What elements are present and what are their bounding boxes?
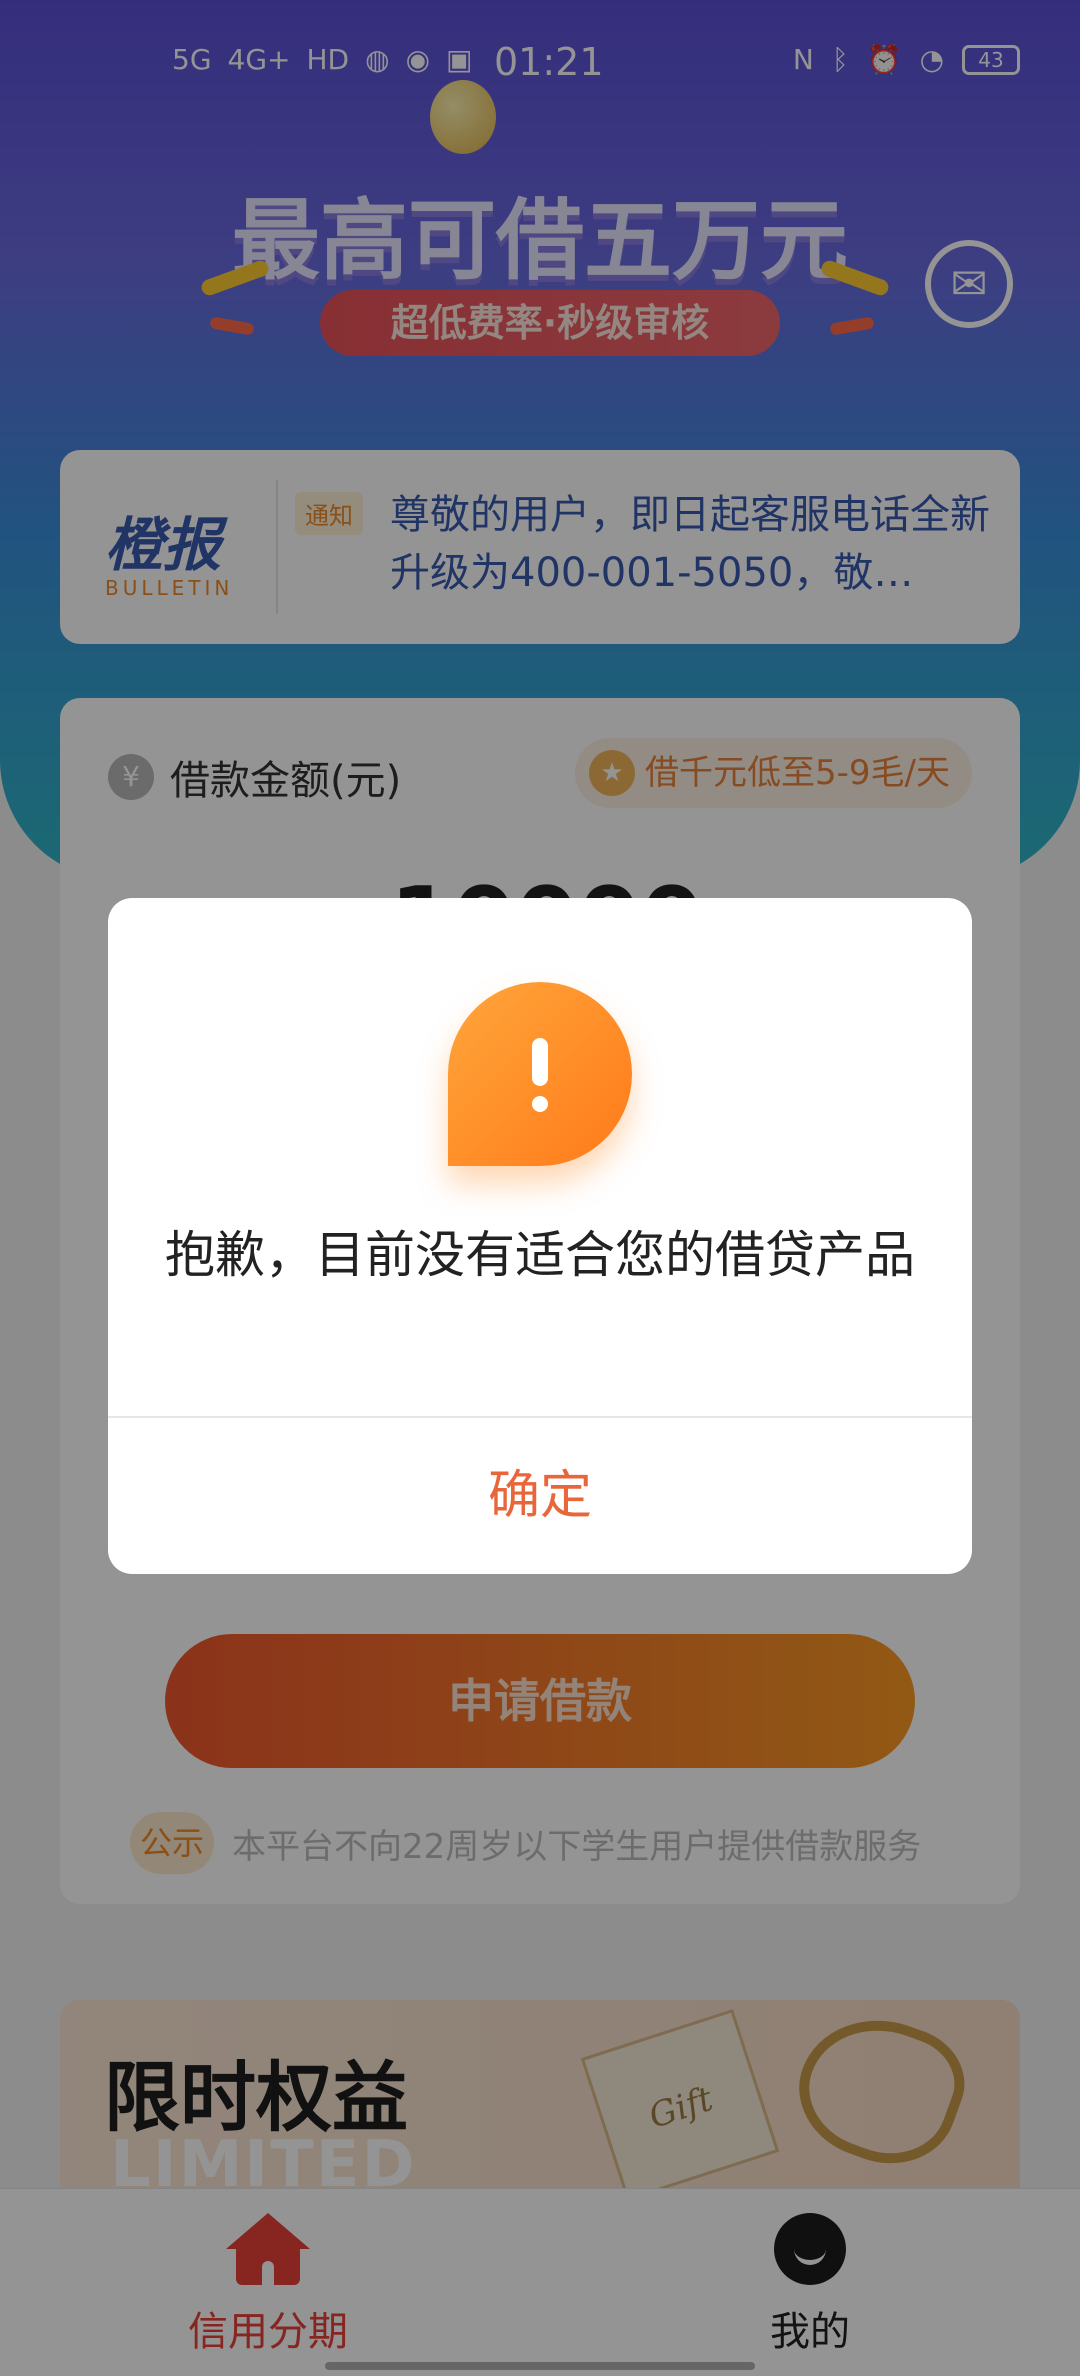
confirm-button[interactable]: 确定 — [108, 1418, 972, 1574]
warning-icon — [448, 982, 632, 1166]
dialog-message: 抱歉，目前没有适合您的借贷产品 — [165, 1226, 915, 1284]
alert-dialog: 抱歉，目前没有适合您的借贷产品 确定 — [108, 898, 972, 1574]
